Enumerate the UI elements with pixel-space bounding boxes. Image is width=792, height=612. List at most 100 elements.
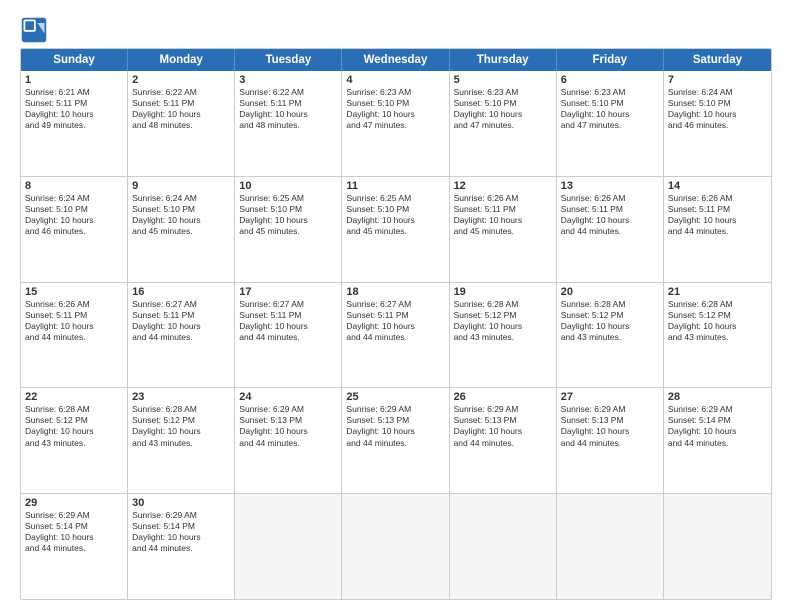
calendar-cell-16: 16Sunrise: 6:27 AM Sunset: 5:11 PM Dayli…: [128, 283, 235, 388]
cell-daylight-info: Sunrise: 6:29 AM Sunset: 5:13 PM Dayligh…: [346, 404, 444, 448]
cell-daylight-info: Sunrise: 6:28 AM Sunset: 5:12 PM Dayligh…: [132, 404, 230, 448]
calendar-cell-empty-3: [342, 494, 449, 599]
header-day-tuesday: Tuesday: [235, 49, 342, 71]
header-day-thursday: Thursday: [450, 49, 557, 71]
calendar-cell-14: 14Sunrise: 6:26 AM Sunset: 5:11 PM Dayli…: [664, 177, 771, 282]
day-number: 18: [346, 286, 444, 298]
cell-daylight-info: Sunrise: 6:28 AM Sunset: 5:12 PM Dayligh…: [454, 299, 552, 343]
day-number: 10: [239, 180, 337, 192]
day-number: 15: [25, 286, 123, 298]
day-number: 20: [561, 286, 659, 298]
calendar-header: SundayMondayTuesdayWednesdayThursdayFrid…: [21, 49, 771, 71]
cell-daylight-info: Sunrise: 6:24 AM Sunset: 5:10 PM Dayligh…: [25, 193, 123, 237]
header-day-wednesday: Wednesday: [342, 49, 449, 71]
day-number: 27: [561, 391, 659, 403]
cell-daylight-info: Sunrise: 6:29 AM Sunset: 5:14 PM Dayligh…: [132, 510, 230, 554]
day-number: 2: [132, 74, 230, 86]
header: [20, 16, 772, 44]
calendar-cell-28: 28Sunrise: 6:29 AM Sunset: 5:14 PM Dayli…: [664, 388, 771, 493]
calendar-cell-29: 29Sunrise: 6:29 AM Sunset: 5:14 PM Dayli…: [21, 494, 128, 599]
calendar-cell-empty-4: [450, 494, 557, 599]
calendar-cell-17: 17Sunrise: 6:27 AM Sunset: 5:11 PM Dayli…: [235, 283, 342, 388]
calendar-week-3: 15Sunrise: 6:26 AM Sunset: 5:11 PM Dayli…: [21, 283, 771, 389]
day-number: 6: [561, 74, 659, 86]
calendar-week-5: 29Sunrise: 6:29 AM Sunset: 5:14 PM Dayli…: [21, 494, 771, 599]
day-number: 13: [561, 180, 659, 192]
cell-daylight-info: Sunrise: 6:26 AM Sunset: 5:11 PM Dayligh…: [561, 193, 659, 237]
calendar-cell-19: 19Sunrise: 6:28 AM Sunset: 5:12 PM Dayli…: [450, 283, 557, 388]
cell-daylight-info: Sunrise: 6:22 AM Sunset: 5:11 PM Dayligh…: [132, 87, 230, 131]
cell-daylight-info: Sunrise: 6:28 AM Sunset: 5:12 PM Dayligh…: [668, 299, 767, 343]
day-number: 30: [132, 497, 230, 509]
cell-daylight-info: Sunrise: 6:28 AM Sunset: 5:12 PM Dayligh…: [561, 299, 659, 343]
calendar-cell-30: 30Sunrise: 6:29 AM Sunset: 5:14 PM Dayli…: [128, 494, 235, 599]
cell-daylight-info: Sunrise: 6:29 AM Sunset: 5:13 PM Dayligh…: [561, 404, 659, 448]
day-number: 23: [132, 391, 230, 403]
day-number: 14: [668, 180, 767, 192]
day-number: 25: [346, 391, 444, 403]
header-day-friday: Friday: [557, 49, 664, 71]
cell-daylight-info: Sunrise: 6:27 AM Sunset: 5:11 PM Dayligh…: [132, 299, 230, 343]
day-number: 4: [346, 74, 444, 86]
cell-daylight-info: Sunrise: 6:26 AM Sunset: 5:11 PM Dayligh…: [668, 193, 767, 237]
cell-daylight-info: Sunrise: 6:28 AM Sunset: 5:12 PM Dayligh…: [25, 404, 123, 448]
cell-daylight-info: Sunrise: 6:25 AM Sunset: 5:10 PM Dayligh…: [239, 193, 337, 237]
day-number: 26: [454, 391, 552, 403]
day-number: 24: [239, 391, 337, 403]
logo: [20, 16, 52, 44]
calendar-cell-8: 8Sunrise: 6:24 AM Sunset: 5:10 PM Daylig…: [21, 177, 128, 282]
calendar-cell-5: 5Sunrise: 6:23 AM Sunset: 5:10 PM Daylig…: [450, 71, 557, 176]
calendar-cell-9: 9Sunrise: 6:24 AM Sunset: 5:10 PM Daylig…: [128, 177, 235, 282]
header-day-sunday: Sunday: [21, 49, 128, 71]
day-number: 22: [25, 391, 123, 403]
day-number: 3: [239, 74, 337, 86]
calendar-cell-20: 20Sunrise: 6:28 AM Sunset: 5:12 PM Dayli…: [557, 283, 664, 388]
day-number: 5: [454, 74, 552, 86]
day-number: 16: [132, 286, 230, 298]
header-day-saturday: Saturday: [664, 49, 771, 71]
calendar-cell-3: 3Sunrise: 6:22 AM Sunset: 5:11 PM Daylig…: [235, 71, 342, 176]
calendar-cell-10: 10Sunrise: 6:25 AM Sunset: 5:10 PM Dayli…: [235, 177, 342, 282]
calendar-cell-22: 22Sunrise: 6:28 AM Sunset: 5:12 PM Dayli…: [21, 388, 128, 493]
day-number: 11: [346, 180, 444, 192]
cell-daylight-info: Sunrise: 6:29 AM Sunset: 5:13 PM Dayligh…: [239, 404, 337, 448]
calendar-week-2: 8Sunrise: 6:24 AM Sunset: 5:10 PM Daylig…: [21, 177, 771, 283]
cell-daylight-info: Sunrise: 6:26 AM Sunset: 5:11 PM Dayligh…: [25, 299, 123, 343]
calendar-cell-4: 4Sunrise: 6:23 AM Sunset: 5:10 PM Daylig…: [342, 71, 449, 176]
calendar-cell-2: 2Sunrise: 6:22 AM Sunset: 5:11 PM Daylig…: [128, 71, 235, 176]
cell-daylight-info: Sunrise: 6:23 AM Sunset: 5:10 PM Dayligh…: [346, 87, 444, 131]
cell-daylight-info: Sunrise: 6:24 AM Sunset: 5:10 PM Dayligh…: [668, 87, 767, 131]
calendar-cell-11: 11Sunrise: 6:25 AM Sunset: 5:10 PM Dayli…: [342, 177, 449, 282]
cell-daylight-info: Sunrise: 6:29 AM Sunset: 5:14 PM Dayligh…: [668, 404, 767, 448]
cell-daylight-info: Sunrise: 6:29 AM Sunset: 5:14 PM Dayligh…: [25, 510, 123, 554]
day-number: 19: [454, 286, 552, 298]
calendar-cell-empty-6: [664, 494, 771, 599]
calendar-cell-1: 1Sunrise: 6:21 AM Sunset: 5:11 PM Daylig…: [21, 71, 128, 176]
cell-daylight-info: Sunrise: 6:27 AM Sunset: 5:11 PM Dayligh…: [346, 299, 444, 343]
calendar-cell-13: 13Sunrise: 6:26 AM Sunset: 5:11 PM Dayli…: [557, 177, 664, 282]
logo-icon: [20, 16, 48, 44]
calendar-cell-12: 12Sunrise: 6:26 AM Sunset: 5:11 PM Dayli…: [450, 177, 557, 282]
day-number: 9: [132, 180, 230, 192]
calendar-cell-26: 26Sunrise: 6:29 AM Sunset: 5:13 PM Dayli…: [450, 388, 557, 493]
day-number: 12: [454, 180, 552, 192]
day-number: 29: [25, 497, 123, 509]
calendar: SundayMondayTuesdayWednesdayThursdayFrid…: [20, 48, 772, 600]
cell-daylight-info: Sunrise: 6:24 AM Sunset: 5:10 PM Dayligh…: [132, 193, 230, 237]
day-number: 7: [668, 74, 767, 86]
calendar-cell-25: 25Sunrise: 6:29 AM Sunset: 5:13 PM Dayli…: [342, 388, 449, 493]
calendar-week-1: 1Sunrise: 6:21 AM Sunset: 5:11 PM Daylig…: [21, 71, 771, 177]
day-number: 1: [25, 74, 123, 86]
calendar-cell-27: 27Sunrise: 6:29 AM Sunset: 5:13 PM Dayli…: [557, 388, 664, 493]
cell-daylight-info: Sunrise: 6:29 AM Sunset: 5:13 PM Dayligh…: [454, 404, 552, 448]
calendar-body: 1Sunrise: 6:21 AM Sunset: 5:11 PM Daylig…: [21, 71, 771, 599]
day-number: 8: [25, 180, 123, 192]
calendar-cell-21: 21Sunrise: 6:28 AM Sunset: 5:12 PM Dayli…: [664, 283, 771, 388]
day-number: 21: [668, 286, 767, 298]
calendar-cell-empty-2: [235, 494, 342, 599]
cell-daylight-info: Sunrise: 6:21 AM Sunset: 5:11 PM Dayligh…: [25, 87, 123, 131]
calendar-cell-6: 6Sunrise: 6:23 AM Sunset: 5:10 PM Daylig…: [557, 71, 664, 176]
cell-daylight-info: Sunrise: 6:25 AM Sunset: 5:10 PM Dayligh…: [346, 193, 444, 237]
calendar-cell-24: 24Sunrise: 6:29 AM Sunset: 5:13 PM Dayli…: [235, 388, 342, 493]
cell-daylight-info: Sunrise: 6:27 AM Sunset: 5:11 PM Dayligh…: [239, 299, 337, 343]
